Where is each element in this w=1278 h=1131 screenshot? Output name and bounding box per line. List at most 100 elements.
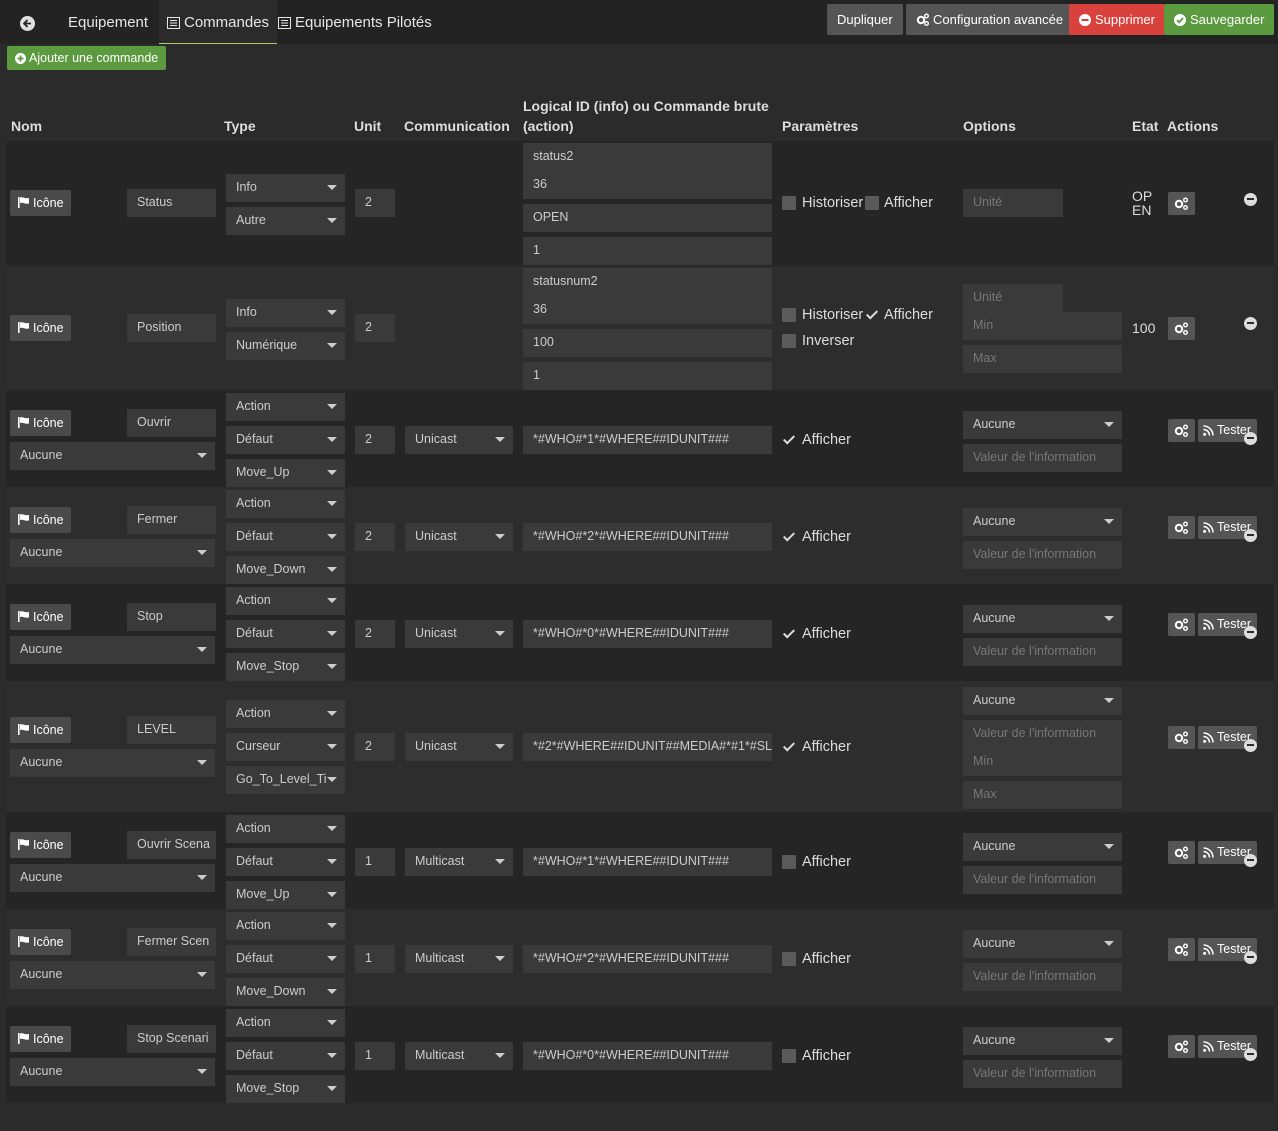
- unit-input[interactable]: 2: [355, 620, 395, 648]
- historiser-checkbox[interactable]: [782, 196, 796, 210]
- advanced-config-button[interactable]: Configuration avancée: [906, 4, 1074, 35]
- linked-info-select[interactable]: Aucune: [10, 1058, 215, 1086]
- subtype-select[interactable]: Défaut: [226, 945, 345, 973]
- unit-input[interactable]: 1: [355, 1042, 395, 1070]
- afficher-checkbox[interactable]: [782, 433, 796, 447]
- info-value-input[interactable]: Valeur de l'information: [963, 444, 1122, 472]
- linked-info-select[interactable]: Aucune: [10, 539, 215, 567]
- subtype-select[interactable]: Numérique: [226, 332, 345, 360]
- icon-button[interactable]: Icône: [10, 604, 71, 630]
- afficher-checkbox[interactable]: [782, 855, 796, 869]
- type-select[interactable]: Action: [226, 815, 345, 843]
- subtype-select[interactable]: Curseur: [226, 733, 345, 761]
- remove-command-icon[interactable]: [1244, 1048, 1257, 1061]
- configure-button[interactable]: [1168, 613, 1195, 636]
- logical-id-input[interactable]: statusnum2: [523, 268, 772, 296]
- unit-input[interactable]: 1: [355, 945, 395, 973]
- remove-command-icon[interactable]: [1244, 432, 1257, 445]
- options-select[interactable]: Aucune: [963, 605, 1122, 633]
- icon-button[interactable]: Icône: [10, 929, 71, 955]
- info-value-input[interactable]: Valeur de l'information: [963, 866, 1122, 894]
- command-select[interactable]: Move_Up: [226, 881, 345, 909]
- remove-command-icon[interactable]: [1244, 739, 1257, 752]
- communication-select[interactable]: Multicast: [405, 1042, 513, 1070]
- configure-button[interactable]: [1168, 419, 1195, 442]
- logical-id-input[interactable]: 36: [523, 171, 772, 199]
- duplicate-button[interactable]: Dupliquer: [827, 4, 903, 35]
- unit-input[interactable]: 2: [355, 314, 395, 342]
- icon-button[interactable]: Icône: [10, 190, 71, 216]
- type-select[interactable]: Info: [226, 299, 345, 327]
- info-value-input[interactable]: Valeur de l'information: [963, 1060, 1122, 1088]
- tab-commandes[interactable]: Commandes: [159, 0, 278, 44]
- tab-equipements-pilotes[interactable]: Equipements Pilotés: [270, 0, 440, 44]
- subtype-select[interactable]: Défaut: [226, 620, 345, 648]
- back-arrow-icon[interactable]: [20, 16, 35, 31]
- icon-button[interactable]: Icône: [10, 832, 71, 858]
- options-select[interactable]: Aucune: [963, 930, 1122, 958]
- subtype-select[interactable]: Autre: [226, 207, 345, 235]
- command-select[interactable]: Move_Up: [226, 459, 345, 487]
- afficher-checkbox[interactable]: [782, 740, 796, 754]
- unite-input[interactable]: Unité: [963, 189, 1063, 217]
- command-name-input[interactable]: Fermer: [127, 506, 216, 534]
- options-select[interactable]: Aucune: [963, 1027, 1122, 1055]
- configure-button[interactable]: [1168, 516, 1195, 539]
- configure-button[interactable]: [1168, 726, 1195, 749]
- icon-button[interactable]: Icône: [10, 1026, 71, 1052]
- raw-command-input[interactable]: *#WHO#*1*#WHERE##IDUNIT###: [523, 426, 772, 454]
- subtype-select[interactable]: Défaut: [226, 848, 345, 876]
- remove-command-icon[interactable]: [1244, 317, 1257, 330]
- command-name-input[interactable]: Stop Scenari: [127, 1025, 216, 1053]
- info-value-input[interactable]: Valeur de l'information: [963, 963, 1122, 991]
- icon-button[interactable]: Icône: [10, 410, 71, 436]
- unite-input[interactable]: Unité: [963, 284, 1063, 312]
- command-select[interactable]: Move_Down: [226, 556, 345, 584]
- min-input[interactable]: Min: [963, 312, 1122, 340]
- unit-input[interactable]: 2: [355, 189, 395, 217]
- add-command-button[interactable]: Ajouter une commande: [7, 46, 167, 70]
- communication-select[interactable]: Unicast: [405, 523, 513, 551]
- configure-button[interactable]: [1168, 192, 1195, 215]
- command-name-input[interactable]: Stop: [127, 603, 216, 631]
- command-name-input[interactable]: Ouvrir: [127, 409, 216, 437]
- subtype-select[interactable]: Défaut: [226, 523, 345, 551]
- options-select[interactable]: Aucune: [963, 508, 1122, 536]
- type-select[interactable]: Action: [226, 393, 345, 421]
- configure-button[interactable]: [1168, 841, 1195, 864]
- historiser-checkbox[interactable]: [782, 308, 796, 322]
- unit-input[interactable]: 2: [355, 523, 395, 551]
- raw-command-input[interactable]: *#WHO#*0*#WHERE##IDUNIT###: [523, 620, 772, 648]
- unit-input[interactable]: 1: [355, 848, 395, 876]
- configure-button[interactable]: [1168, 1035, 1195, 1058]
- communication-select[interactable]: Multicast: [405, 945, 513, 973]
- remove-command-icon[interactable]: [1244, 951, 1257, 964]
- linked-info-select[interactable]: Aucune: [10, 961, 215, 989]
- command-name-input[interactable]: Fermer Scen: [127, 928, 216, 956]
- afficher-checkbox[interactable]: [865, 196, 879, 210]
- linked-info-select[interactable]: Aucune: [10, 749, 215, 777]
- logical-id-input[interactable]: 100: [523, 329, 772, 357]
- communication-select[interactable]: Unicast: [405, 620, 513, 648]
- type-select[interactable]: Action: [226, 490, 345, 518]
- remove-command-icon[interactable]: [1244, 626, 1257, 639]
- type-select[interactable]: Action: [226, 1009, 345, 1037]
- subtype-select[interactable]: Défaut: [226, 426, 345, 454]
- remove-command-icon[interactable]: [1244, 193, 1257, 206]
- configure-button[interactable]: [1168, 317, 1195, 340]
- linked-info-select[interactable]: Aucune: [10, 636, 215, 664]
- unit-input[interactable]: 2: [355, 733, 395, 761]
- tab-equipement[interactable]: Equipement: [60, 0, 156, 44]
- afficher-checkbox[interactable]: [782, 1049, 796, 1063]
- type-select[interactable]: Action: [226, 587, 345, 615]
- icon-button[interactable]: Icône: [10, 717, 71, 743]
- logical-id-input[interactable]: 1: [523, 237, 772, 265]
- raw-command-input[interactable]: *#2*#WHERE##IDUNIT##MEDIA#*#1*#SL: [523, 733, 772, 761]
- remove-command-icon[interactable]: [1244, 529, 1257, 542]
- communication-select[interactable]: Unicast: [405, 733, 513, 761]
- logical-id-input[interactable]: 1: [523, 362, 772, 390]
- communication-select[interactable]: Multicast: [405, 848, 513, 876]
- afficher-checkbox[interactable]: [782, 530, 796, 544]
- command-select[interactable]: Move_Down: [226, 978, 345, 1006]
- info-value-input[interactable]: Valeur de l'information: [963, 541, 1122, 569]
